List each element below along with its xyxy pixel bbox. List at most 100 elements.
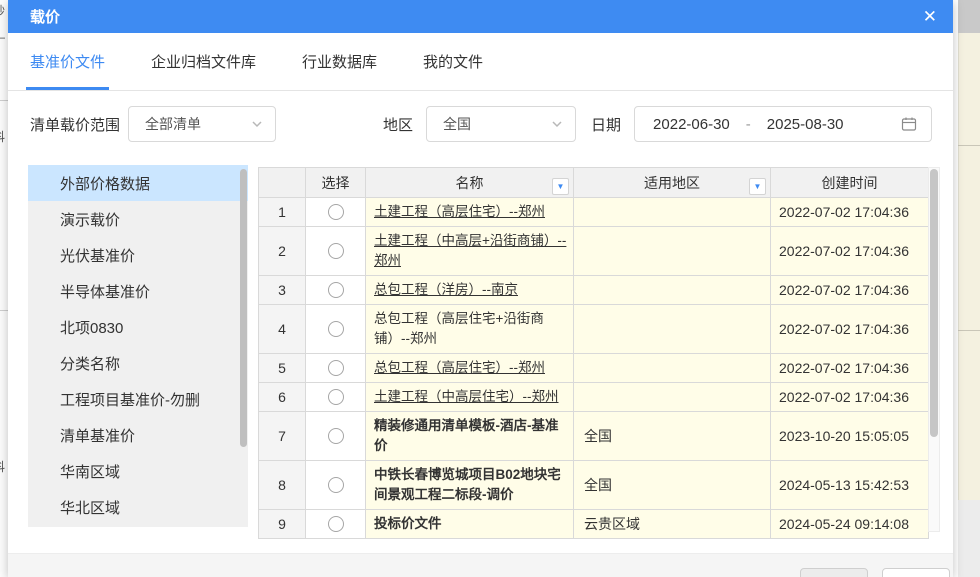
background-table-fragment bbox=[958, 33, 980, 500]
created-time-cell: 2022-07-02 17:04:36 bbox=[771, 383, 929, 412]
created-time-cell: 2024-05-24 09:14:08 bbox=[771, 510, 929, 539]
column-header-select: 选择 bbox=[306, 168, 366, 198]
scope-select-value: 全部清单 bbox=[145, 114, 251, 134]
row-select-cell bbox=[306, 510, 366, 539]
file-name-link[interactable]: 土建工程（中高层+沿街商铺）--郑州 bbox=[366, 227, 574, 276]
region-select[interactable]: 全国 bbox=[426, 106, 576, 142]
dialog-header: 载价 ✕ bbox=[8, 0, 953, 33]
created-time-cell: 2022-07-02 17:04:36 bbox=[771, 305, 929, 354]
column-header-name: 名称 ▼ bbox=[366, 168, 574, 198]
radio-button[interactable] bbox=[328, 243, 344, 259]
date-start-value[interactable]: 2022-06-30 bbox=[653, 116, 730, 133]
table-row: 8 中铁长春博览城项目B02地块宅间景观工程二标段-调价 全国 2024-05-… bbox=[259, 461, 929, 510]
row-select-cell bbox=[306, 276, 366, 305]
footer-button-left[interactable] bbox=[800, 568, 868, 577]
row-select-cell bbox=[306, 383, 366, 412]
row-select-cell bbox=[306, 412, 366, 461]
name-filter-icon[interactable]: ▼ bbox=[552, 178, 569, 195]
category-list: 外部价格数据演示载价光伏基准价半导体基准价北项0830分类名称工程项目基准价-勿… bbox=[28, 165, 248, 527]
price-file-table: 选择 名称 ▼ 适用地区 ▼ 创建时间 1 土建工程（高层 bbox=[258, 167, 929, 539]
created-time-cell: 2022-07-02 17:04:36 bbox=[771, 227, 929, 276]
filter-bar: 清单载价范围 全部清单 地区 全国 日期 2022-06-30 - 2025-0… bbox=[8, 91, 953, 157]
date-label: 日期 bbox=[591, 114, 621, 135]
region-label: 地区 bbox=[383, 114, 413, 135]
table-row: 1 土建工程（高层住宅）--郑州 2022-07-02 17:04:36 bbox=[259, 198, 929, 227]
screen: 秒—0枓00枓) 载价 ✕ 基准价文件企业归档文件库行业数据库我的文件 清单载价… bbox=[0, 0, 980, 577]
sidebar-scrollbar[interactable] bbox=[240, 169, 247, 447]
column-header-region-label: 适用地区 bbox=[644, 175, 700, 191]
date-range-input[interactable]: 2022-06-30 - 2025-08-30 bbox=[634, 106, 932, 142]
row-index: 7 bbox=[259, 412, 306, 461]
radio-button[interactable] bbox=[328, 282, 344, 298]
table-row: 4 总包工程（高层住宅+沿街商铺）--郑州 2022-07-02 17:04:3… bbox=[259, 305, 929, 354]
radio-button[interactable] bbox=[328, 389, 344, 405]
table-header-row: 选择 名称 ▼ 适用地区 ▼ 创建时间 bbox=[259, 168, 929, 198]
close-icon[interactable]: ✕ bbox=[923, 8, 937, 25]
tab-bar: 基准价文件企业归档文件库行业数据库我的文件 bbox=[8, 33, 953, 91]
footer-button-right[interactable] bbox=[882, 568, 950, 577]
file-name-link[interactable]: 中铁长春博览城项目B02地块宅间景观工程二标段-调价 bbox=[366, 461, 574, 510]
category-list-item[interactable]: 工程项目基准价-勿删 bbox=[28, 381, 248, 417]
file-name-link[interactable]: 总包工程（洋房）--南京 bbox=[366, 276, 574, 305]
background-text-fragment: 秒 bbox=[0, 2, 5, 19]
filter-triangle-glyph: ▼ bbox=[557, 183, 565, 191]
radio-button[interactable] bbox=[328, 321, 344, 337]
file-name-link[interactable]: 精装修通用清单模板-酒店-基准价 bbox=[366, 412, 574, 461]
table-scrollbar[interactable] bbox=[928, 167, 940, 532]
column-header-index bbox=[259, 168, 306, 198]
chevron-down-icon bbox=[551, 118, 563, 130]
created-time-cell: 2022-07-02 17:04:36 bbox=[771, 198, 929, 227]
table-row: 3 总包工程（洋房）--南京 2022-07-02 17:04:36 bbox=[259, 276, 929, 305]
created-time-cell: 2022-07-02 17:04:36 bbox=[771, 276, 929, 305]
region-cell: 云贵区域 bbox=[574, 510, 771, 539]
category-list-item[interactable]: 北项0830 bbox=[28, 309, 248, 345]
file-name-link[interactable]: 投标价文件 bbox=[366, 510, 574, 539]
dialog-footer bbox=[8, 553, 953, 577]
calendar-icon[interactable] bbox=[901, 116, 917, 132]
tab-item[interactable]: 基准价文件 bbox=[30, 33, 105, 90]
table-row: 5 总包工程（高层住宅）--郑州 2022-07-02 17:04:36 bbox=[259, 354, 929, 383]
background-text-fragment: — bbox=[0, 30, 5, 44]
dialog-title: 载价 bbox=[30, 6, 60, 27]
row-index: 4 bbox=[259, 305, 306, 354]
radio-button[interactable] bbox=[328, 360, 344, 376]
scope-select[interactable]: 全部清单 bbox=[128, 106, 276, 142]
region-filter-icon[interactable]: ▼ bbox=[749, 178, 766, 195]
table-row: 2 土建工程（中高层+沿街商铺）--郑州 2022-07-02 17:04:36 bbox=[259, 227, 929, 276]
background-page-left-fragment: 秒—0枓00枓) bbox=[0, 0, 8, 577]
category-list-item[interactable]: 华南区域 bbox=[28, 453, 248, 489]
scope-label: 清单载价范围 bbox=[30, 114, 120, 135]
file-name-link[interactable]: 土建工程（中高层住宅）--郑州 bbox=[366, 383, 574, 412]
region-cell bbox=[574, 276, 771, 305]
category-list-item[interactable]: 光伏基准价 bbox=[28, 237, 248, 273]
file-name-link[interactable]: 总包工程（高层住宅）--郑州 bbox=[366, 354, 574, 383]
row-index: 6 bbox=[259, 383, 306, 412]
date-end-value[interactable]: 2025-08-30 bbox=[767, 116, 844, 133]
created-time-cell: 2023-10-20 15:05:05 bbox=[771, 412, 929, 461]
table-row: 9 投标价文件 云贵区域 2024-05-24 09:14:08 bbox=[259, 510, 929, 539]
background-line bbox=[0, 310, 8, 311]
background-line bbox=[958, 330, 980, 331]
category-list-item[interactable]: 华北区域 bbox=[28, 489, 248, 525]
category-list-item[interactable]: 演示载价 bbox=[28, 201, 248, 237]
category-list-item[interactable]: 清单基准价 bbox=[28, 417, 248, 453]
radio-button[interactable] bbox=[328, 516, 344, 532]
radio-button[interactable] bbox=[328, 428, 344, 444]
radio-button[interactable] bbox=[328, 204, 344, 220]
radio-button[interactable] bbox=[328, 477, 344, 493]
tab-item[interactable]: 企业归档文件库 bbox=[151, 33, 256, 90]
row-select-cell bbox=[306, 461, 366, 510]
table-row: 7 精装修通用清单模板-酒店-基准价 全国 2023-10-20 15:05:0… bbox=[259, 412, 929, 461]
category-list-item[interactable]: 半导体基准价 bbox=[28, 273, 248, 309]
row-select-cell bbox=[306, 305, 366, 354]
file-name-link[interactable]: 土建工程（高层住宅）--郑州 bbox=[366, 198, 574, 227]
tab-item[interactable]: 我的文件 bbox=[423, 33, 483, 90]
file-name-link[interactable]: 总包工程（高层住宅+沿街商铺）--郑州 bbox=[366, 305, 574, 354]
chevron-down-icon bbox=[251, 118, 263, 130]
tab-item[interactable]: 行业数据库 bbox=[302, 33, 377, 90]
background-line bbox=[958, 145, 980, 146]
category-list-item[interactable]: 外部价格数据 bbox=[28, 165, 248, 201]
background-footer-fragment bbox=[958, 500, 980, 577]
table-scrollbar-thumb[interactable] bbox=[930, 169, 938, 437]
category-list-item[interactable]: 分类名称 bbox=[28, 345, 248, 381]
